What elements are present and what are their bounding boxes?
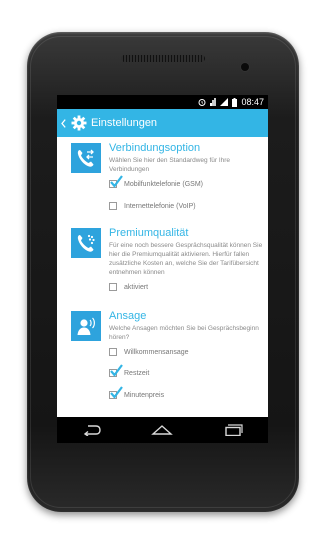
section-verbindungsoption: Verbindungsoption Wählen Sie hier den St…: [109, 142, 264, 174]
checkbox-unchecked[interactable]: [109, 348, 117, 356]
section-description: Welche Ansagen möchten Sie bei Gesprächs…: [109, 325, 259, 341]
option-label: Mobilfunktelefonie (GSM): [124, 180, 203, 188]
battery-icon: [232, 97, 238, 107]
option-label: Internettelefonie (VoIP): [124, 202, 196, 210]
front-camera: [241, 63, 249, 71]
section-title: Verbindungsoption: [109, 142, 201, 154]
alarm-icon: [198, 98, 206, 106]
section-description: Wählen Sie hier den Standardweg für Ihre…: [109, 157, 231, 173]
device-screen: 08:47 Einstellungen Verbindungsoption Wä…: [57, 95, 268, 443]
section-ansage: Ansage Welche Ansagen möchten Sie bei Ge…: [109, 310, 264, 342]
status-bar: 08:47: [57, 95, 268, 109]
option-gsm[interactable]: Mobilfunktelefonie (GSM): [109, 175, 203, 191]
section-premiumqualitaet: Premiumqualität Für eine noch bessere Ge…: [109, 227, 264, 277]
up-caret-icon[interactable]: [61, 116, 70, 130]
section-description: Für eine noch bessere Gesprächsqualität …: [109, 242, 263, 276]
action-bar-title: Einstellungen: [91, 117, 158, 129]
option-restzeit[interactable]: Restzeit: [109, 364, 150, 380]
checkbox-checked[interactable]: [109, 364, 123, 377]
option-willkommensansage[interactable]: Willkommensansage: [109, 345, 189, 359]
wifi-icon: [210, 98, 217, 106]
checkbox-checked[interactable]: [109, 386, 123, 399]
option-premium-aktiviert[interactable]: aktiviert: [109, 280, 148, 294]
status-time: 08:47: [241, 97, 264, 107]
announcement-person-icon: [71, 311, 101, 341]
option-voip[interactable]: Internettelefonie (VoIP): [109, 199, 196, 213]
checkbox-unchecked[interactable]: [109, 202, 117, 210]
option-minutenpreis[interactable]: Minutenpreis: [109, 386, 165, 402]
earpiece-speaker: [121, 55, 205, 62]
option-label: aktiviert: [124, 283, 149, 291]
checkbox-checked[interactable]: [109, 175, 123, 188]
option-label: Minutenpreis: [124, 391, 165, 399]
section-title: Premiumqualität: [109, 227, 189, 239]
checkbox-unchecked[interactable]: [109, 283, 117, 291]
option-label: Willkommensansage: [124, 348, 189, 356]
recent-apps-icon[interactable]: [223, 424, 243, 436]
home-nav-icon[interactable]: [151, 424, 174, 436]
signal-icon: [220, 98, 229, 106]
back-nav-icon[interactable]: [82, 424, 102, 436]
phone-transfer-icon: [71, 143, 101, 173]
section-title: Ansage: [109, 310, 147, 322]
phone-quality-icon: [71, 228, 101, 258]
gear-icon[interactable]: [71, 115, 87, 131]
navigation-bar: [57, 417, 268, 443]
option-label: Restzeit: [124, 369, 150, 377]
action-bar: Einstellungen: [57, 109, 268, 137]
